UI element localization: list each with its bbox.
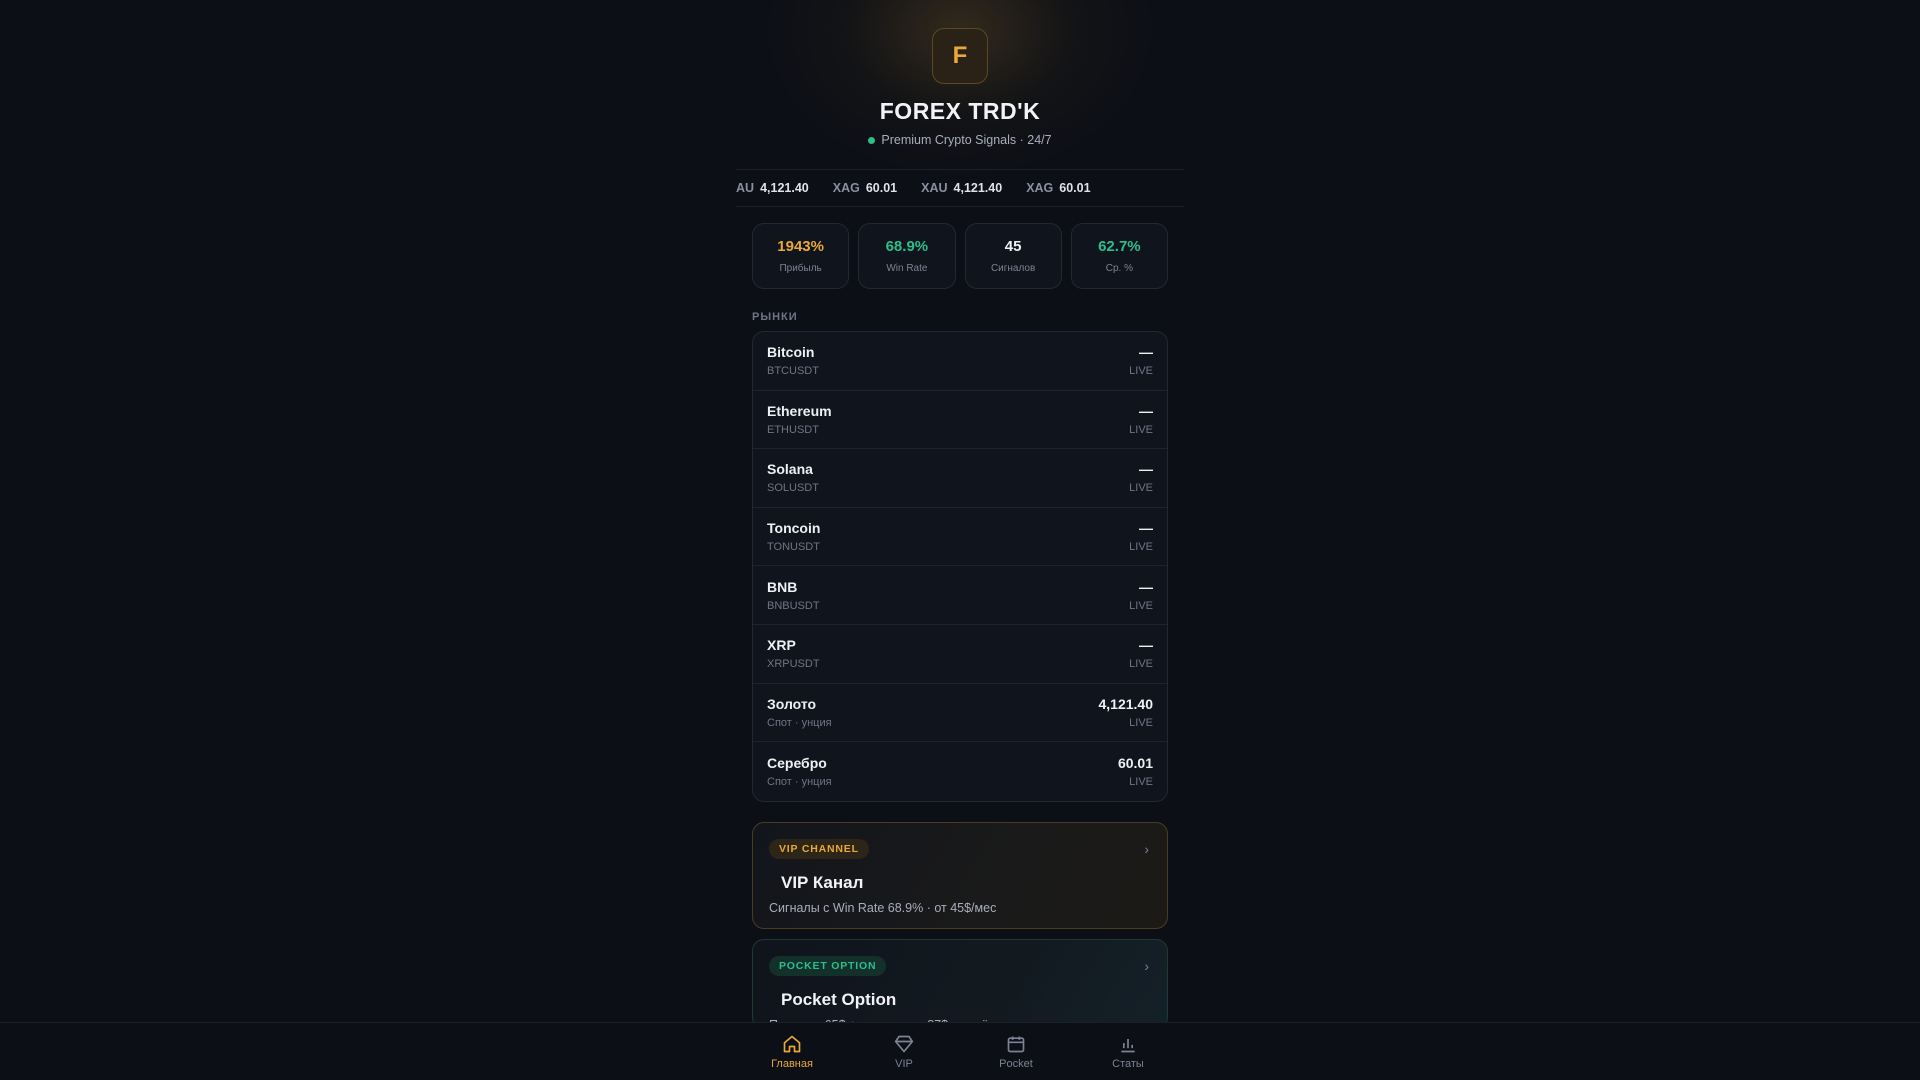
nav-vip[interactable]: VIP <box>848 1023 960 1080</box>
market-row-toncoin[interactable]: Toncoin TONUSDT — LIVE <box>753 508 1167 567</box>
stat-signals: 45 Сигналов <box>964 223 1062 289</box>
market-symbol: BNBUSDT <box>767 599 820 612</box>
home-icon <box>783 1035 801 1053</box>
market-price: — <box>1139 637 1153 654</box>
chevron-right-icon: › <box>1144 957 1149 974</box>
nav-stats[interactable]: Статы <box>1072 1023 1184 1080</box>
market-status: LIVE <box>1129 775 1153 788</box>
vip-badge: VIP CHANNEL <box>769 838 869 859</box>
chevron-right-icon: › <box>1144 840 1149 857</box>
stats-row: 1943% Прибыль 68.9% Win Rate 45 Сигналов… <box>736 207 1184 289</box>
ticker-item: XAG 60.01 <box>833 181 897 195</box>
market-row-xrp[interactable]: XRP XRPUSDT — LIVE <box>753 625 1167 684</box>
market-status: LIVE <box>1129 658 1153 671</box>
market-symbol: ETHUSDT <box>767 423 819 436</box>
ticker-item: XAG 60.01 <box>1026 181 1090 195</box>
market-symbol: Спот · унция <box>767 716 832 729</box>
stat-label: Прибыль <box>779 263 822 274</box>
pocket-card-title: Pocket Option <box>781 989 897 1009</box>
app-container: F FOREX TRD'K Premium Crypto Signals · 2… <box>736 0 1184 1080</box>
market-symbol: SOLUSDT <box>767 482 819 495</box>
brand-logo: F <box>932 28 988 84</box>
market-symbol: XRPUSDT <box>767 658 820 671</box>
stat-value: 45 <box>1004 238 1022 255</box>
nav-label: Pocket <box>999 1058 1033 1070</box>
market-symbol: BTCUSDT <box>767 365 819 378</box>
nav-pocket[interactable]: Pocket <box>960 1023 1072 1080</box>
ticker-symbol: XAG <box>1026 181 1054 195</box>
nav-home[interactable]: Главная <box>736 1023 848 1080</box>
market-name: BNB <box>767 578 798 595</box>
stat-label: Ср. % <box>1105 263 1133 274</box>
market-price: — <box>1139 520 1153 537</box>
online-dot-icon <box>868 136 876 144</box>
price-ticker: AU 4,121.40 XAG 60.01 XAU 4,121.40 XAG 60.01 <box>736 169 1184 207</box>
market-status: LIVE <box>1129 482 1153 495</box>
ticker-symbol: XAG <box>832 181 860 195</box>
ticker-item: AU 4,121.40 <box>736 181 809 195</box>
header: F FOREX TRD'K Premium Crypto Signals · 2… <box>736 0 1184 147</box>
calendar-icon <box>1007 1036 1025 1053</box>
market-row-gold[interactable]: Золото Спот · унция 4,121.40 LIVE <box>753 684 1167 743</box>
vip-card-description: Сигналы с Win Rate 68.9% · от 45$/мес <box>769 900 997 915</box>
stat-value: 68.9% <box>885 238 929 255</box>
stat-win-rate: 68.9% Win Rate <box>858 223 956 289</box>
nav-label: VIP <box>895 1058 913 1070</box>
brand-title: FOREX TRD'K <box>879 98 1041 124</box>
bottom-nav-items: Главная VIP Pocket Статы <box>736 1023 1184 1080</box>
stat-avg: 62.7% Ср. % <box>1070 223 1168 289</box>
brand-subtitle: Premium Crypto Signals · 24/7 <box>736 133 1184 147</box>
market-symbol: Спот · унция <box>767 775 832 788</box>
market-row-silver[interactable]: Серебро Спот · унция 60.01 LIVE <box>753 742 1167 801</box>
ticker-item: XAU 4,121.40 <box>921 181 1002 195</box>
subtitle-text: Premium Crypto Signals · 24/7 <box>881 133 1052 147</box>
market-price: — <box>1139 402 1153 419</box>
market-row-bnb[interactable]: BNB BNBUSDT — LIVE <box>753 566 1167 625</box>
market-row-bitcoin[interactable]: Bitcoin BTCUSDT — LIVE <box>753 332 1167 391</box>
nav-label: Статы <box>1112 1058 1144 1070</box>
stat-label: Сигналов <box>990 263 1036 274</box>
market-price: — <box>1139 461 1153 478</box>
market-status: LIVE <box>1129 716 1153 729</box>
logo-letter: F <box>952 42 968 69</box>
market-name: Ethereum <box>767 402 832 419</box>
market-name: Toncoin <box>767 520 821 537</box>
diamond-icon <box>894 1035 914 1053</box>
stat-value: 1943% <box>777 238 824 255</box>
market-name: Solana <box>767 461 813 478</box>
market-status: LIVE <box>1129 365 1153 378</box>
vip-card-title: VIP Канал <box>781 872 864 892</box>
market-symbol: TONUSDT <box>767 541 820 554</box>
nav-label: Главная <box>771 1058 813 1070</box>
bottom-nav: Главная VIP Pocket Статы <box>0 1022 1920 1080</box>
market-price: 60.01 <box>1117 754 1153 771</box>
pocket-option-card[interactable]: POCKET OPTION › Pocket Option Платишь 65… <box>752 938 1168 1032</box>
market-row-solana[interactable]: Solana SOLUSDT — LIVE <box>753 449 1167 508</box>
market-name: XRP <box>767 637 796 654</box>
ticker-value: 60.01 <box>1059 181 1091 195</box>
ticker-value: 60.01 <box>865 181 898 195</box>
market-name: Золото <box>767 695 817 712</box>
market-name: Bitcoin <box>767 344 815 361</box>
market-status: LIVE <box>1129 423 1153 436</box>
vip-channel-card[interactable]: VIP CHANNEL › VIP Канал Сигналы с Win Ra… <box>752 821 1168 929</box>
markets-list: Bitcoin BTCUSDT — LIVE Ethereum ETHUSDT — LI… <box>752 331 1168 802</box>
ticker-symbol: AU <box>736 181 755 195</box>
market-status: LIVE <box>1129 541 1153 554</box>
stat-label: Win Rate <box>886 263 928 274</box>
stat-value: 62.7% <box>1098 238 1141 255</box>
market-price: — <box>1139 578 1153 595</box>
market-price: 4,121.40 <box>1098 695 1154 712</box>
pocket-badge: POCKET OPTION <box>769 955 887 976</box>
market-name: Серебро <box>767 754 827 771</box>
ticker-value: 4,121.40 <box>760 181 809 195</box>
market-row-ethereum[interactable]: Ethereum ETHUSDT — LIVE <box>753 391 1167 450</box>
stat-profit: 1943% Прибыль <box>752 223 850 289</box>
bar-chart-icon <box>1121 1039 1135 1053</box>
market-status: LIVE <box>1129 599 1153 612</box>
ticker-value: 4,121.40 <box>953 181 1003 195</box>
markets-section-label: РЫНКИ <box>752 311 798 323</box>
ticker-symbol: XAU <box>921 181 948 195</box>
market-price: — <box>1139 344 1153 361</box>
